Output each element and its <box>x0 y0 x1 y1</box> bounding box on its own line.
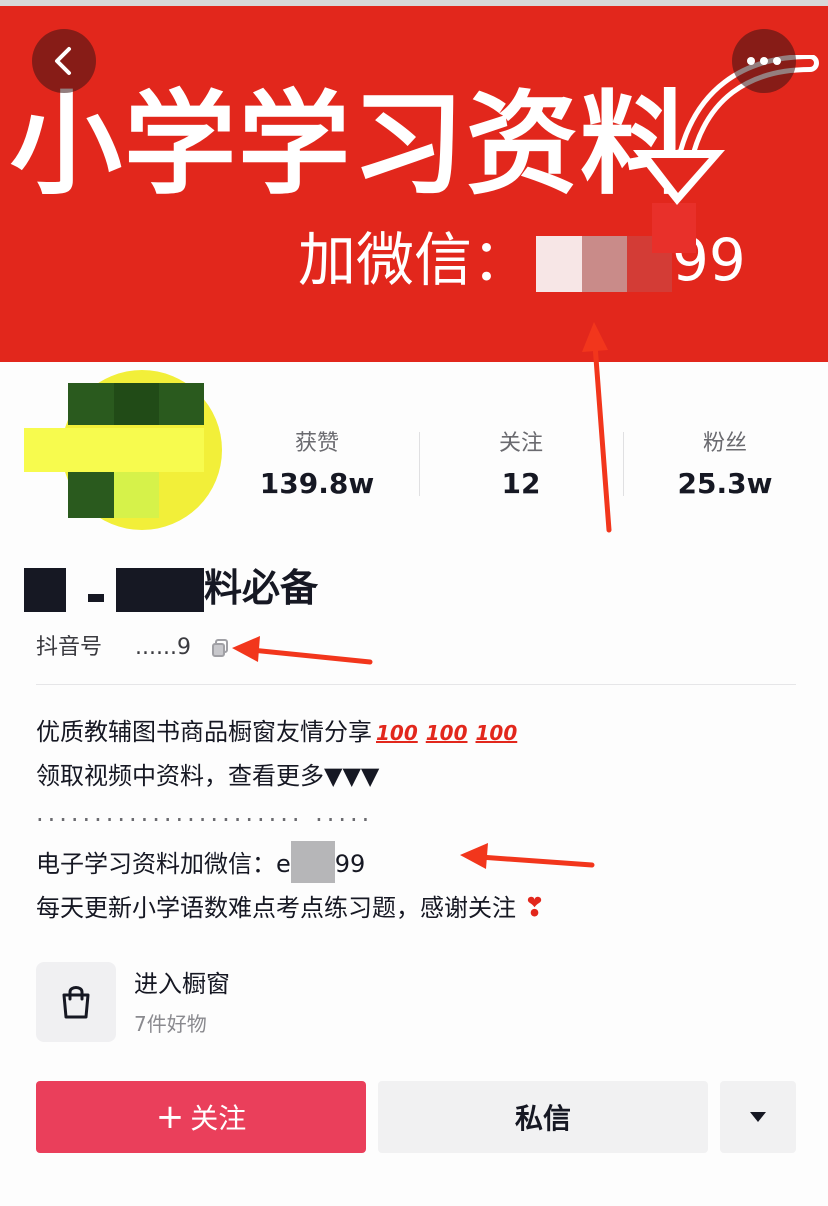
copy-icon[interactable] <box>210 638 230 658</box>
shopping-bag-icon <box>62 986 90 1019</box>
avatar-mosaic <box>114 383 159 425</box>
follow-button-label: 关注 <box>190 1102 247 1135</box>
stat-label: 关注 <box>498 431 543 456</box>
stat-value: 25.3w <box>677 467 773 500</box>
plus-icon: + <box>155 1097 185 1137</box>
more-options-button[interactable] <box>732 29 796 93</box>
triangle-down-icon <box>750 1112 766 1122</box>
more-dropdown-button[interactable] <box>720 1081 796 1153</box>
hundred-points-icon: 100 <box>425 721 468 745</box>
bio-line: 电子学习资料加微信：e 99 <box>36 841 806 886</box>
bio-line: 领取视频中资料，查看更多▼▼▼ <box>36 762 380 790</box>
shop-icon-box <box>36 962 116 1042</box>
name-redaction <box>24 568 66 612</box>
profile-stats: 获赞 139.8w 关注 12 粉丝 25.3w <box>215 424 828 504</box>
section-divider <box>36 684 796 685</box>
profile-name-text: 料必备 <box>204 566 319 610</box>
stat-label: 获赞 <box>294 431 339 456</box>
avatar-mosaic <box>114 472 159 518</box>
avatar-mosaic <box>24 428 204 472</box>
stat-value: 139.8w <box>259 467 375 500</box>
bio-redaction <box>290 841 335 883</box>
bio-text: 每天更新小学语数难点考点练习题，感谢关注 <box>36 894 516 922</box>
name-redaction <box>116 568 204 612</box>
message-button[interactable]: 私信 <box>378 1081 708 1153</box>
name-redaction <box>88 594 104 602</box>
back-button[interactable] <box>32 29 96 93</box>
profile-bio: 优质教辅图书商品橱窗友情分享 100 100 100 领取视频中资料，查看更多▼▼▼ … <box>36 710 806 930</box>
douyin-id-row: 抖音号 ......9 <box>36 630 230 666</box>
profile-banner: 小学学习资料 加微信： 99 <box>0 0 828 362</box>
follow-button[interactable]: + 关注 <box>36 1081 366 1153</box>
shop-subtitle: 7件好物 <box>134 1012 207 1036</box>
douyin-id-label: 抖音号 <box>36 635 103 660</box>
stat-value: 12 <box>501 467 541 500</box>
avatar[interactable] <box>24 366 222 530</box>
stat-divider <box>623 432 624 496</box>
banner-wechat-label: 加微信： <box>298 226 531 294</box>
hundred-points-icon: 100 <box>475 721 518 745</box>
chevron-left-icon <box>55 47 71 75</box>
shop-window-entry[interactable]: 进入橱窗 7件好物 <box>36 962 436 1042</box>
shop-title: 进入橱窗 <box>134 970 230 998</box>
douyin-id-value: ......9 <box>135 635 191 660</box>
stat-likes[interactable]: 获赞 139.8w <box>215 424 419 504</box>
message-button-label: 私信 <box>514 1102 571 1135</box>
banner-title: 小学学习资料 <box>10 79 694 210</box>
bio-text: 优质教辅图书商品橱窗友情分享 <box>36 718 372 746</box>
stat-label: 粉丝 <box>702 431 747 456</box>
avatar-mosaic <box>68 472 114 518</box>
heart-icon: ❣ <box>523 893 546 923</box>
bio-text: 99 <box>334 850 366 878</box>
bio-text: 电子学习资料加微信：e <box>36 850 291 878</box>
bio-line: 优质教辅图书商品橱窗友情分享 100 100 100 <box>36 710 806 754</box>
banner-top-edge <box>0 0 828 6</box>
stat-following[interactable]: 关注 12 <box>419 424 623 504</box>
hundred-points-icon: 100 <box>376 721 418 745</box>
bio-line: 每天更新小学语数难点考点练习题，感谢关注 ❣ <box>36 886 806 930</box>
stat-divider <box>419 432 420 496</box>
stat-followers[interactable]: 粉丝 25.3w <box>623 424 827 504</box>
bio-dots-line: ······················· ····· <box>36 806 374 834</box>
more-dots-icon <box>747 57 781 65</box>
